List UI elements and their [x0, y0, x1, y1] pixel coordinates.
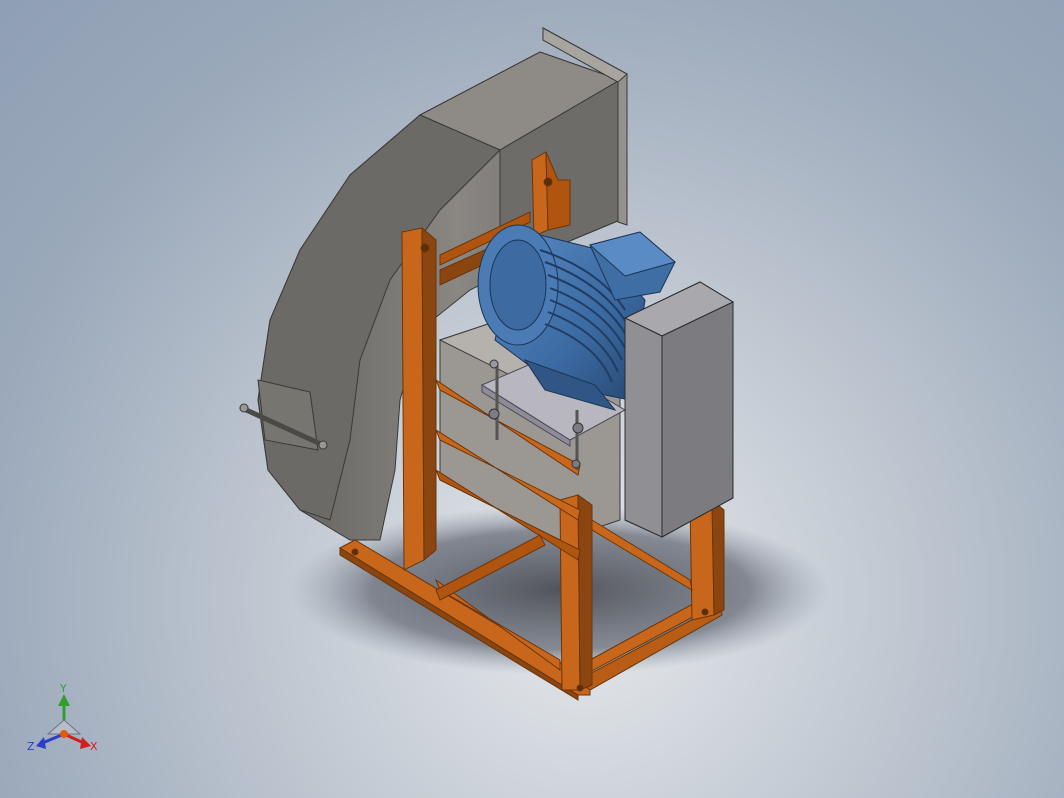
axis-triad[interactable]: Y Z X — [24, 682, 108, 762]
z-axis-icon — [36, 732, 65, 749]
z-axis-label: Z — [27, 740, 35, 753]
x-axis-icon — [63, 732, 91, 749]
control-panel[interactable] — [623, 281, 735, 538]
graphics-viewport[interactable]: Y Z X — [0, 0, 1064, 798]
triad-center-icon — [60, 730, 68, 738]
y-axis-label: Y — [59, 682, 67, 695]
x-axis-label: X — [90, 740, 98, 753]
model-view[interactable] — [0, 0, 1064, 798]
